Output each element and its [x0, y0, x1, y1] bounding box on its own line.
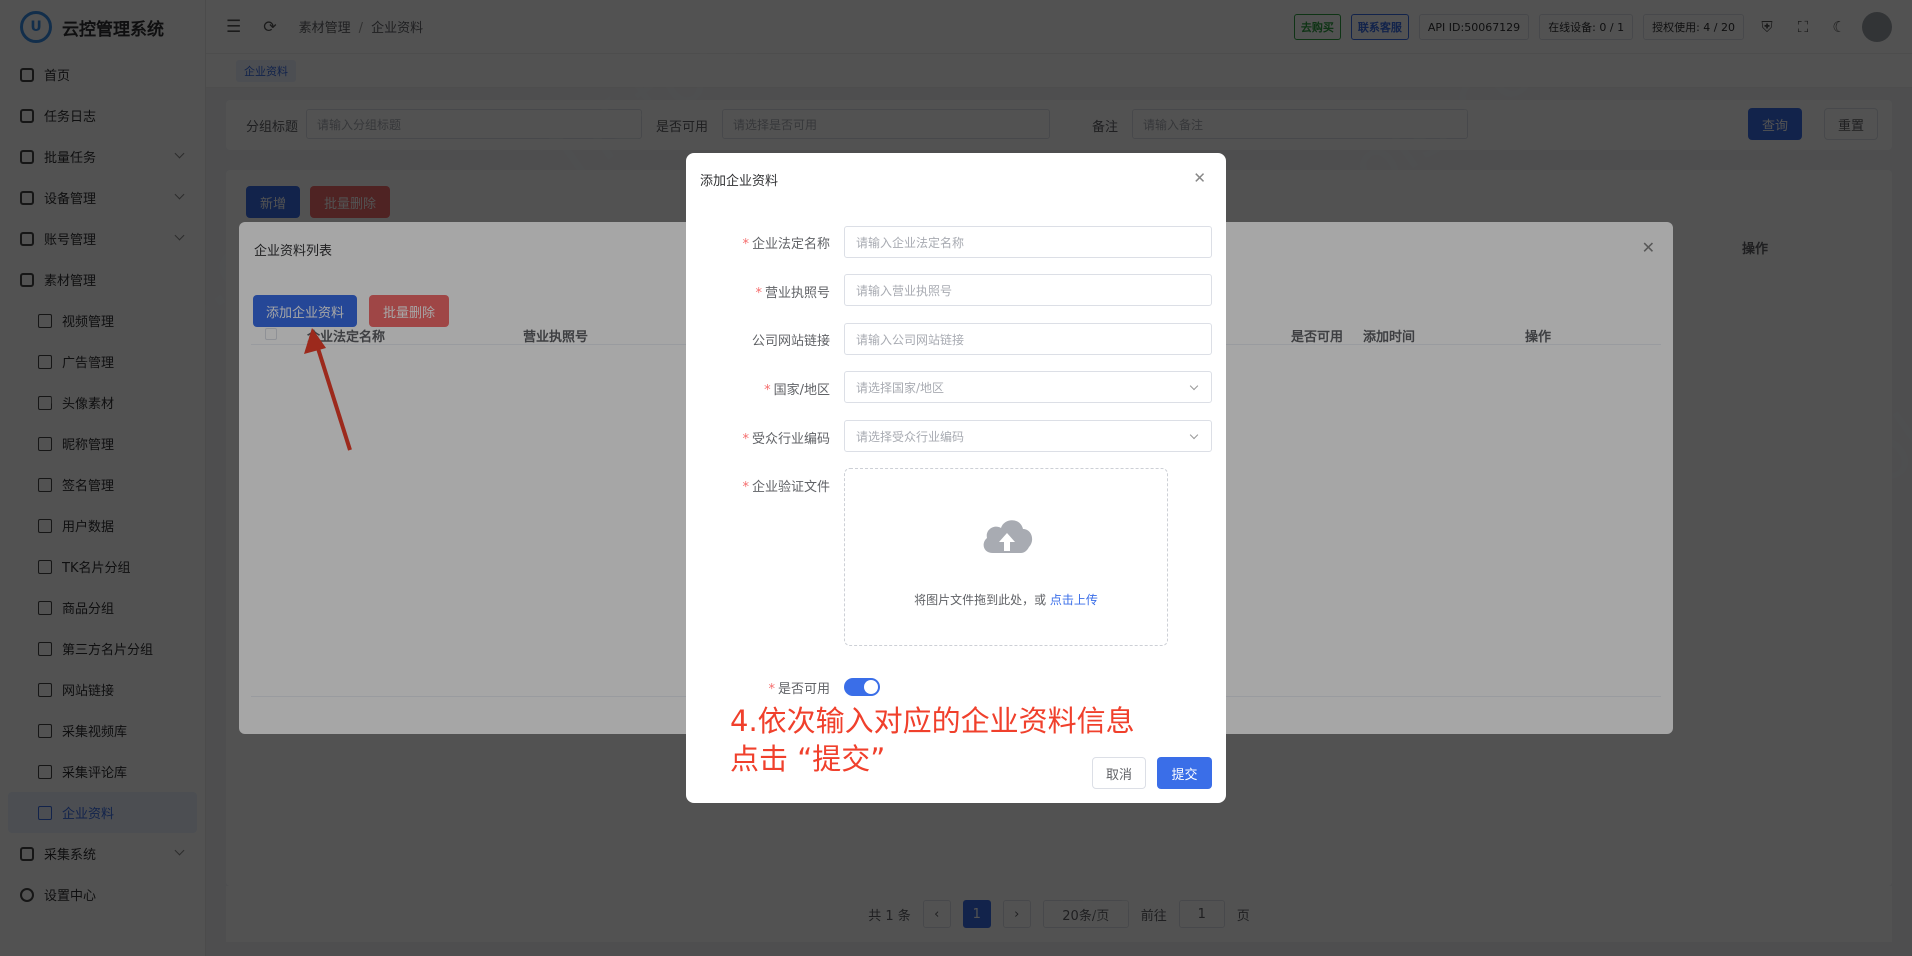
close-icon[interactable]: ✕	[1193, 169, 1206, 187]
industry-label: * 受众行业编码	[742, 428, 830, 447]
required-mark: *	[764, 383, 771, 398]
annotation-line: 4.依次输入对应的企业资料信息	[730, 704, 1135, 738]
chevron-down-icon	[1189, 381, 1199, 391]
click-upload-link[interactable]: 点击上传	[1050, 593, 1098, 607]
upload-hint-text: 将图片文件拖到此处，或	[914, 593, 1047, 607]
website-label-text: 公司网站链接	[751, 334, 830, 349]
required-mark: *	[768, 682, 775, 697]
country-label-text: 国家/地区	[773, 383, 830, 398]
license-no-input[interactable]: 请输入营业执照号	[844, 274, 1212, 306]
submit-button[interactable]: 提交	[1157, 757, 1212, 789]
enabled-toggle[interactable]	[844, 678, 880, 696]
dialog-title: 添加企业资料	[700, 174, 779, 189]
website-label: 公司网站链接	[752, 330, 830, 349]
industry-label-text: 受众行业编码	[751, 432, 830, 447]
required-mark: *	[742, 237, 749, 252]
enabled-label: * 是否可用	[768, 678, 830, 697]
enabled-label-text: 是否可用	[777, 682, 830, 697]
country-select[interactable]: 请选择国家/地区	[844, 371, 1212, 403]
chevron-down-icon	[1189, 430, 1199, 440]
license-no-label-text: 营业执照号	[764, 286, 830, 301]
country-select-placeholder: 请选择国家/地区	[856, 380, 945, 395]
required-mark: *	[742, 432, 749, 447]
upload-dropzone[interactable]: 将图片文件拖到此处，或 点击上传	[844, 468, 1168, 646]
industry-select-placeholder: 请选择受众行业编码	[856, 429, 965, 444]
upload-cloud-icon	[983, 520, 1033, 553]
add-enterprise-dialog: 添加企业资料 ✕ * 企业法定名称 请输入企业法定名称 * 营业执照号 请输入营业执…	[686, 153, 1226, 803]
verify-file-label: * 企业验证文件	[742, 476, 830, 495]
website-input[interactable]: 请输入公司网站链接	[844, 323, 1212, 355]
industry-select[interactable]: 请选择受众行业编码	[844, 420, 1212, 452]
toggle-knob	[864, 680, 878, 694]
tutorial-annotation: 4.依次输入对应的企业资料信息 点击 “提交”	[730, 702, 1135, 778]
legal-name-label-text: 企业法定名称	[751, 237, 830, 252]
upload-hint: 将图片文件拖到此处，或 点击上传	[845, 591, 1167, 608]
cancel-button[interactable]: 取消	[1092, 757, 1146, 789]
license-no-label: * 营业执照号	[755, 282, 830, 301]
country-label: * 国家/地区	[764, 379, 830, 398]
verify-file-label-text: 企业验证文件	[751, 480, 830, 495]
legal-name-input[interactable]: 请输入企业法定名称	[844, 226, 1212, 258]
required-mark: *	[742, 480, 749, 495]
required-mark: *	[755, 286, 762, 301]
legal-name-label: * 企业法定名称	[742, 233, 830, 252]
annotation-line: 点击 “提交”	[730, 742, 886, 776]
